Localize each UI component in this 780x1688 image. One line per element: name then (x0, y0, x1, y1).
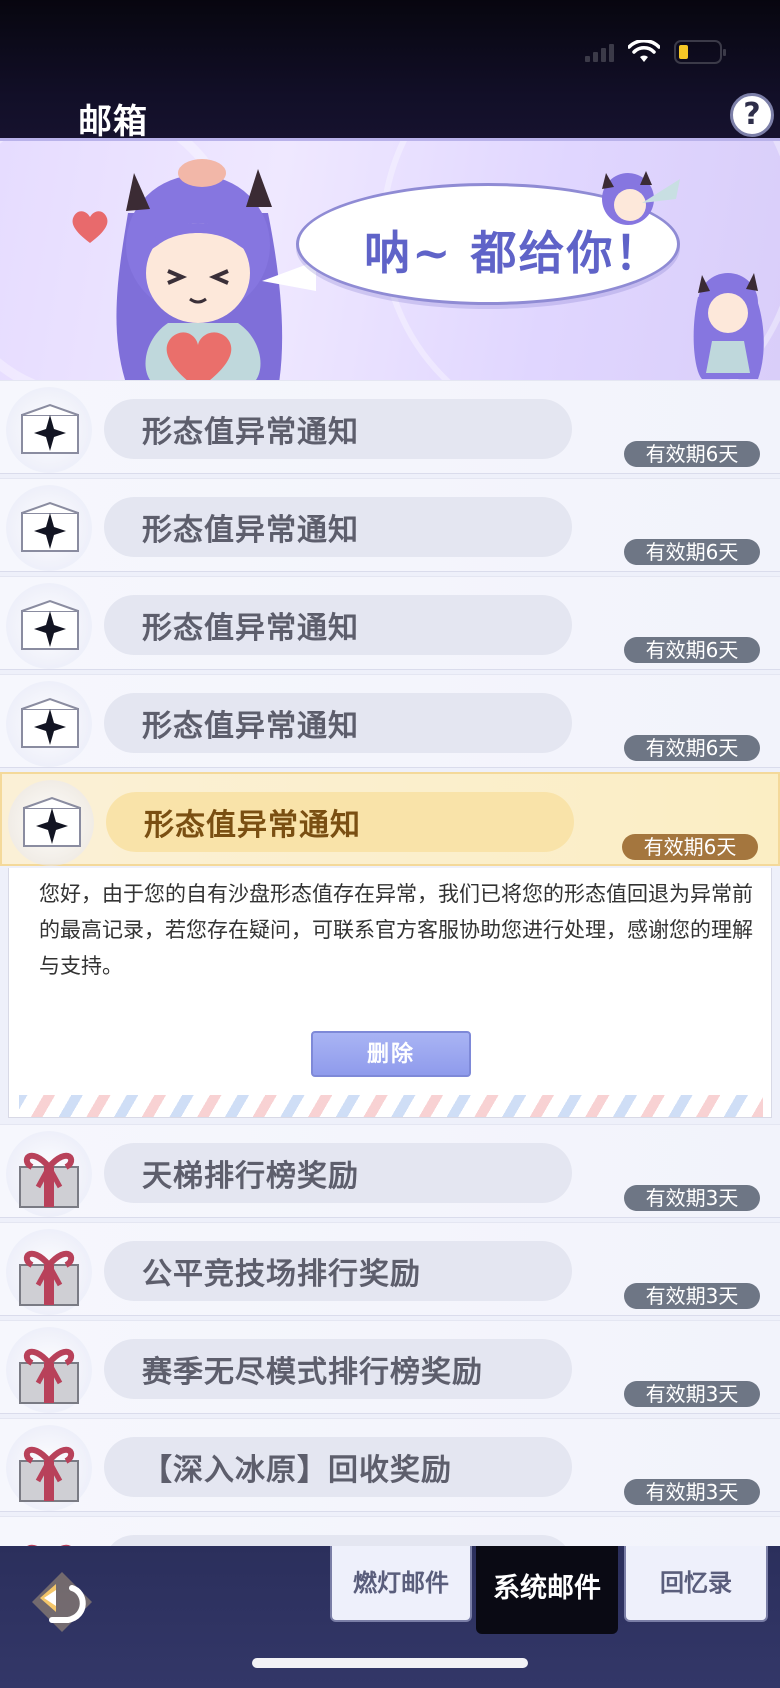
envelope-icon (21, 501, 79, 552)
mail-banner: 呐~ 都给你！ (0, 138, 780, 380)
envelope-icon (23, 796, 81, 847)
home-indicator[interactable] (252, 1658, 528, 1668)
mail-title: 【深入冰原】回收奖励 (142, 1453, 452, 1488)
expiry-badge: 有效期6天 (624, 441, 760, 467)
back-arrow-icon[interactable] (28, 1568, 96, 1636)
expiry-badge: 有效期6天 (624, 735, 760, 761)
mail-row[interactable]: 形态值异常通知 有效期6天 (0, 478, 780, 572)
mail-row[interactable]: 形态值异常通知 有效期6天 (0, 674, 780, 768)
mail-title: 形态值异常通知 (142, 709, 359, 744)
mail-row[interactable]: 公平竞技场排行奖励 有效期3天 (0, 1222, 780, 1316)
mail-detail-panel: 您好，由于您的自有沙盘形态值存在异常，我们已将您的形态值回退为异常前的最高记录，… (8, 868, 772, 1118)
mail-row-selected[interactable]: 形态值异常通知 有效期6天 (0, 772, 780, 866)
mail-title: 形态值异常通知 (142, 513, 359, 548)
wifi-icon (628, 40, 660, 62)
mail-title: 天梯排行榜奖励 (142, 1159, 359, 1194)
envelope-icon (21, 599, 79, 650)
tab-memoir[interactable]: 回忆录 (624, 1546, 768, 1622)
help-button[interactable]: ? (730, 93, 774, 137)
mail-row[interactable]: 赛季无尽模式排行榜奖励 有效期3天 (0, 1320, 780, 1414)
gift-box-icon (19, 1446, 79, 1502)
envelope-icon (21, 403, 79, 454)
status-bar (585, 40, 726, 64)
mail-title: 形态值异常通知 (142, 415, 359, 450)
expiry-badge: 有效期3天 (624, 1381, 760, 1407)
battery-icon (674, 40, 726, 64)
expiry-badge: 有效期6天 (622, 834, 758, 860)
expiry-badge: 有效期6天 (624, 539, 760, 565)
mail-title: 形态值异常通知 (142, 611, 359, 646)
delete-button[interactable]: 删除 (311, 1031, 471, 1077)
gift-box-icon (19, 1250, 79, 1306)
mail-title: 形态值异常通知 (144, 808, 361, 843)
expiry-badge: 有效期3天 (624, 1479, 760, 1505)
expiry-badge: 有效期6天 (624, 637, 760, 663)
top-bar: 邮箱 ? (0, 0, 780, 142)
mail-row[interactable]: 【深入冰原】回收奖励 有效期3天 (0, 1418, 780, 1512)
airmail-stripe-decor (19, 1095, 763, 1117)
mail-body-text: 您好，由于您的自有沙盘形态值存在异常，我们已将您的形态值回退为异常前的最高记录，… (39, 882, 753, 978)
mail-title: 公平竞技场排行奖励 (142, 1257, 421, 1292)
mini-mascot-standing-illustration (693, 273, 764, 379)
mail-title: 赛季无尽模式排行榜奖励 (142, 1355, 483, 1390)
mini-mascot-flying-illustration (602, 171, 680, 225)
envelope-icon (21, 697, 79, 748)
mail-row[interactable]: 形态值异常通知 有效期6天 (0, 576, 780, 670)
gift-box-icon (19, 1348, 79, 1404)
gift-box-icon (19, 1152, 79, 1208)
mail-row[interactable]: 形态值异常通知 有效期6天 (0, 380, 780, 474)
expiry-badge: 有效期3天 (624, 1185, 760, 1211)
mail-row[interactable]: 天梯排行榜奖励 有效期3天 (0, 1124, 780, 1218)
tab-lantern-mail[interactable]: 燃灯邮件 (330, 1546, 472, 1622)
page-title: 邮箱 (78, 102, 148, 142)
expiry-badge: 有效期3天 (624, 1283, 760, 1309)
cellular-signal-icon (585, 42, 614, 62)
tab-system-mail[interactable]: 系统邮件 (476, 1546, 618, 1634)
